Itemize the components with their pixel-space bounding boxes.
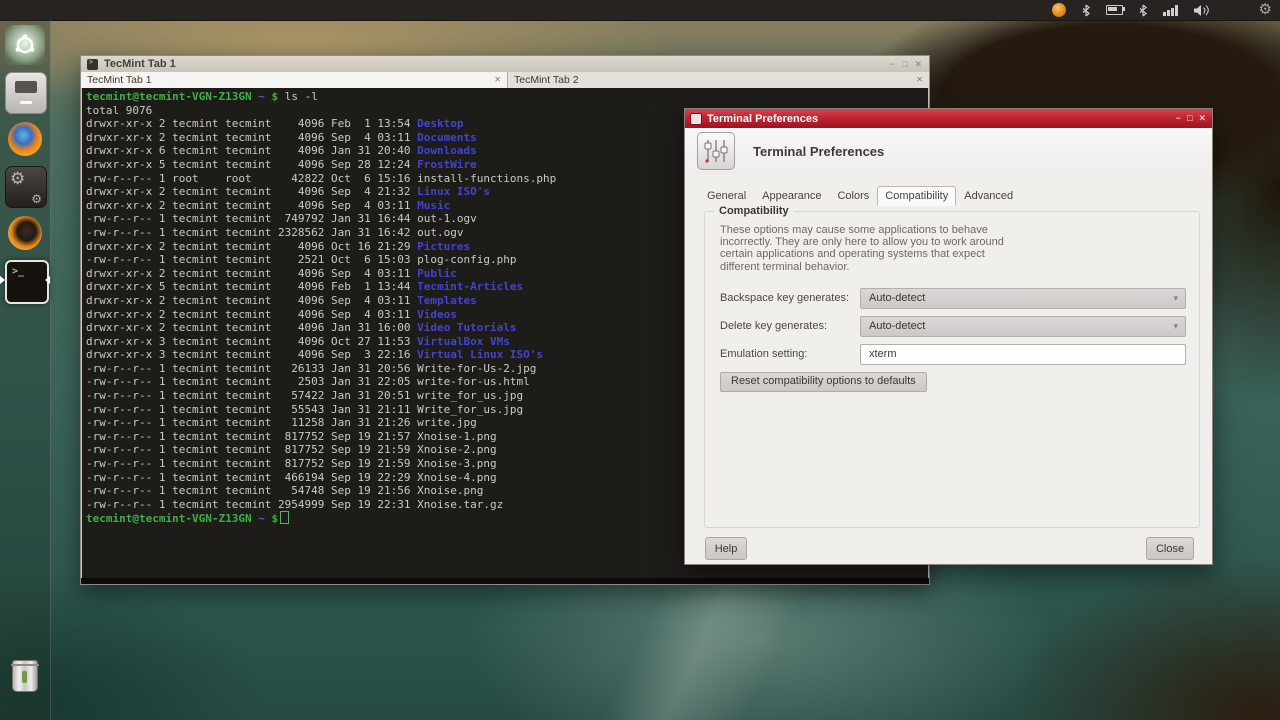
delete-label: Delete key generates: [720,320,827,332]
top-panel: ⚙ [0,0,1280,21]
ubuntu-logo-icon [13,33,37,57]
ubuntu-launcher-icon[interactable] [5,25,45,65]
battery-icon[interactable] [1106,5,1123,15]
terminal-tab-2[interactable]: TecMint Tab 2 ✕ [508,72,929,88]
backspace-label: Backspace key generates: [720,292,849,304]
launcher-dock: ⚙⚙ >_ [0,20,51,720]
volume-icon[interactable] [1193,4,1210,17]
trash-icon[interactable] [5,656,45,696]
terminal-window-icon [87,59,98,70]
dialog-close-button[interactable]: Close [1146,537,1194,560]
emulation-input[interactable]: xterm [860,344,1186,365]
dialog-tab-advanced[interactable]: Advanced [956,186,1021,206]
gear-icon[interactable]: ⚙ [1259,0,1272,20]
minimize-button[interactable]: − [890,56,895,72]
dialog-heading: Terminal Preferences [753,144,884,159]
dialog-tabs: GeneralAppearanceColorsCompatibilityAdva… [699,186,1021,206]
close-button[interactable]: ✕ [914,56,922,72]
input-value: xterm [869,348,897,360]
reset-compatibility-button[interactable]: Reset compatibility options to defaults [720,372,927,392]
emulation-label: Emulation setting: [720,348,807,360]
minimize-button[interactable]: − [1176,109,1181,128]
dialog-title: Terminal Preferences [707,113,818,125]
compatibility-frame: Compatibility These options may cause so… [704,211,1200,528]
signal-strength-icon[interactable] [1163,5,1178,16]
terminal-titlebar[interactable]: TecMint Tab 1 − □ ✕ [81,56,929,72]
tab-close-icon[interactable]: ✕ [494,72,501,88]
dialog-tab-general[interactable]: General [699,186,754,206]
terminal-bottom-edge [81,578,929,584]
dialog-tab-appearance[interactable]: Appearance [754,186,829,206]
dialog-window-icon [690,113,702,125]
system-gears-icon[interactable]: ⚙⚙ [5,166,47,208]
tab-label: TecMint Tab 1 [87,74,152,86]
dialog-tab-colors[interactable]: Colors [829,186,877,206]
app-swirl-icon[interactable] [1052,3,1066,17]
dropdown-value: Auto-detect [869,292,925,304]
system-tray [1052,0,1210,20]
software-app-icon[interactable] [5,72,47,114]
dialog-titlebar[interactable]: Terminal Preferences − □ ✕ [685,109,1212,128]
terminal-tabbar: TecMint Tab 1 ✕ TecMint Tab 2 ✕ [81,72,929,88]
running-indicator-arrow [0,276,5,284]
frame-label: Compatibility [714,205,794,217]
preferences-sliders-icon [697,132,735,170]
firefox-icon[interactable] [5,119,45,159]
terminal-preferences-dialog: Terminal Preferences − □ ✕ Terminal Pref… [684,108,1213,565]
chevron-down-icon: ▾ [1173,289,1178,308]
tab-close-icon[interactable]: ✕ [916,72,923,88]
compatibility-description: These options may cause some application… [720,224,1004,273]
delete-dropdown[interactable]: Auto-detect ▾ [860,316,1186,337]
terminal-icon[interactable]: >_ [5,260,49,304]
focused-indicator-arrow [45,276,50,284]
bluetooth-icon[interactable] [1138,4,1148,17]
maximize-button[interactable]: □ [1187,109,1192,128]
maximize-button[interactable]: □ [902,56,907,72]
help-button[interactable]: Help [705,537,747,560]
media-app-icon[interactable] [5,213,45,253]
dropdown-value: Auto-detect [869,320,925,332]
bluetooth-icon[interactable] [1081,4,1091,17]
terminal-tab-1[interactable]: TecMint Tab 1 ✕ [81,72,508,88]
terminal-window-title: TecMint Tab 1 [104,58,176,70]
chevron-down-icon: ▾ [1173,317,1178,336]
dialog-header: Terminal Preferences [685,128,1212,174]
terminal-line: tecmint@tecmint-VGN-Z13GN ~ $ ls -l [86,90,924,104]
close-button[interactable]: ✕ [1198,109,1206,128]
tab-label: TecMint Tab 2 [514,74,579,86]
terminal-cursor [280,511,289,524]
dialog-tab-compatibility[interactable]: Compatibility [877,186,956,206]
backspace-dropdown[interactable]: Auto-detect ▾ [860,288,1186,309]
